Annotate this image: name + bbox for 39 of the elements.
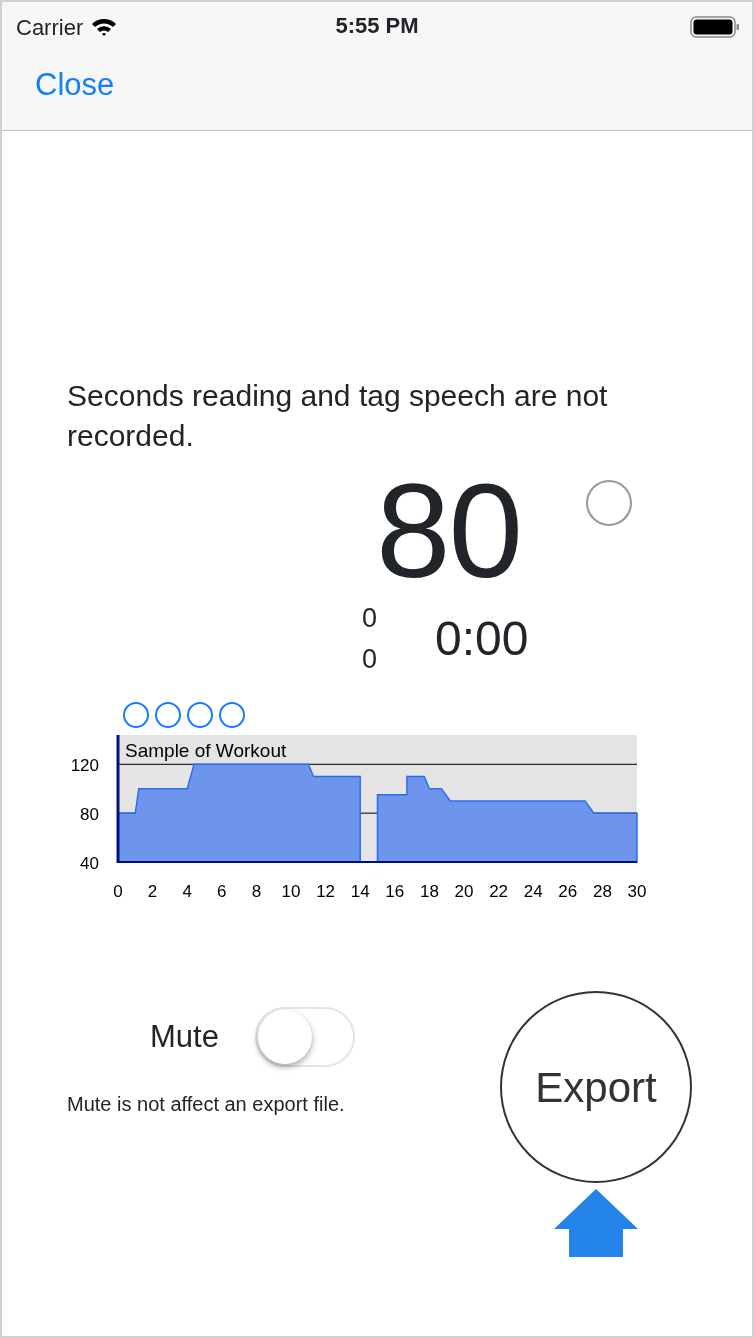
axis-label: 12 [316, 882, 336, 901]
axis-label: 2 [147, 882, 158, 901]
axis-label: 4 [182, 882, 192, 901]
axis-label: 30 [627, 882, 647, 901]
close-link[interactable]: Close [35, 68, 115, 103]
up-arrow-icon [554, 1189, 638, 1257]
battery-icon [690, 16, 740, 38]
wifi-icon [91, 17, 118, 37]
marker-circle[interactable] [155, 702, 181, 728]
counter-value: 0 [362, 643, 378, 676]
axis-label: 16 [385, 882, 405, 901]
axis-label: 28 [592, 882, 612, 901]
marker-circle[interactable] [187, 702, 213, 728]
export-button[interactable]: Export [500, 991, 692, 1183]
axis-label: 14 [350, 882, 370, 901]
axis-label: 40 [80, 854, 99, 873]
axis-label: 24 [523, 882, 543, 901]
counter-value: 0 [362, 602, 378, 635]
axis-label: 26 [558, 882, 578, 901]
marker-circle[interactable] [219, 702, 245, 728]
marker-circle[interactable] [123, 702, 149, 728]
elapsed-time: 0:00 [435, 615, 529, 663]
mute-toggle[interactable] [254, 1007, 355, 1067]
axis-label: 20 [454, 882, 474, 901]
axis-label: 6 [217, 882, 227, 901]
axis-label: 18 [419, 882, 439, 901]
axis-label: 80 [80, 805, 99, 825]
axis-label: 10 [281, 882, 301, 901]
reading-value: 80 [376, 464, 523, 598]
status-time: 5:55 PM [335, 12, 419, 40]
axis-label: 8 [251, 882, 262, 901]
chart-title: Sample of Workout [125, 740, 287, 761]
mute-note: Mute is not affect an export file. [67, 1092, 346, 1117]
carrier-label: Carrier [16, 13, 84, 42]
axis-label: 22 [489, 882, 509, 901]
message-text: Seconds reading and tag speech are not recorded. [67, 378, 609, 454]
axis-label: 120 [70, 756, 99, 776]
axis-label: 0 [113, 882, 123, 901]
mute-label: Mute [150, 1017, 219, 1056]
